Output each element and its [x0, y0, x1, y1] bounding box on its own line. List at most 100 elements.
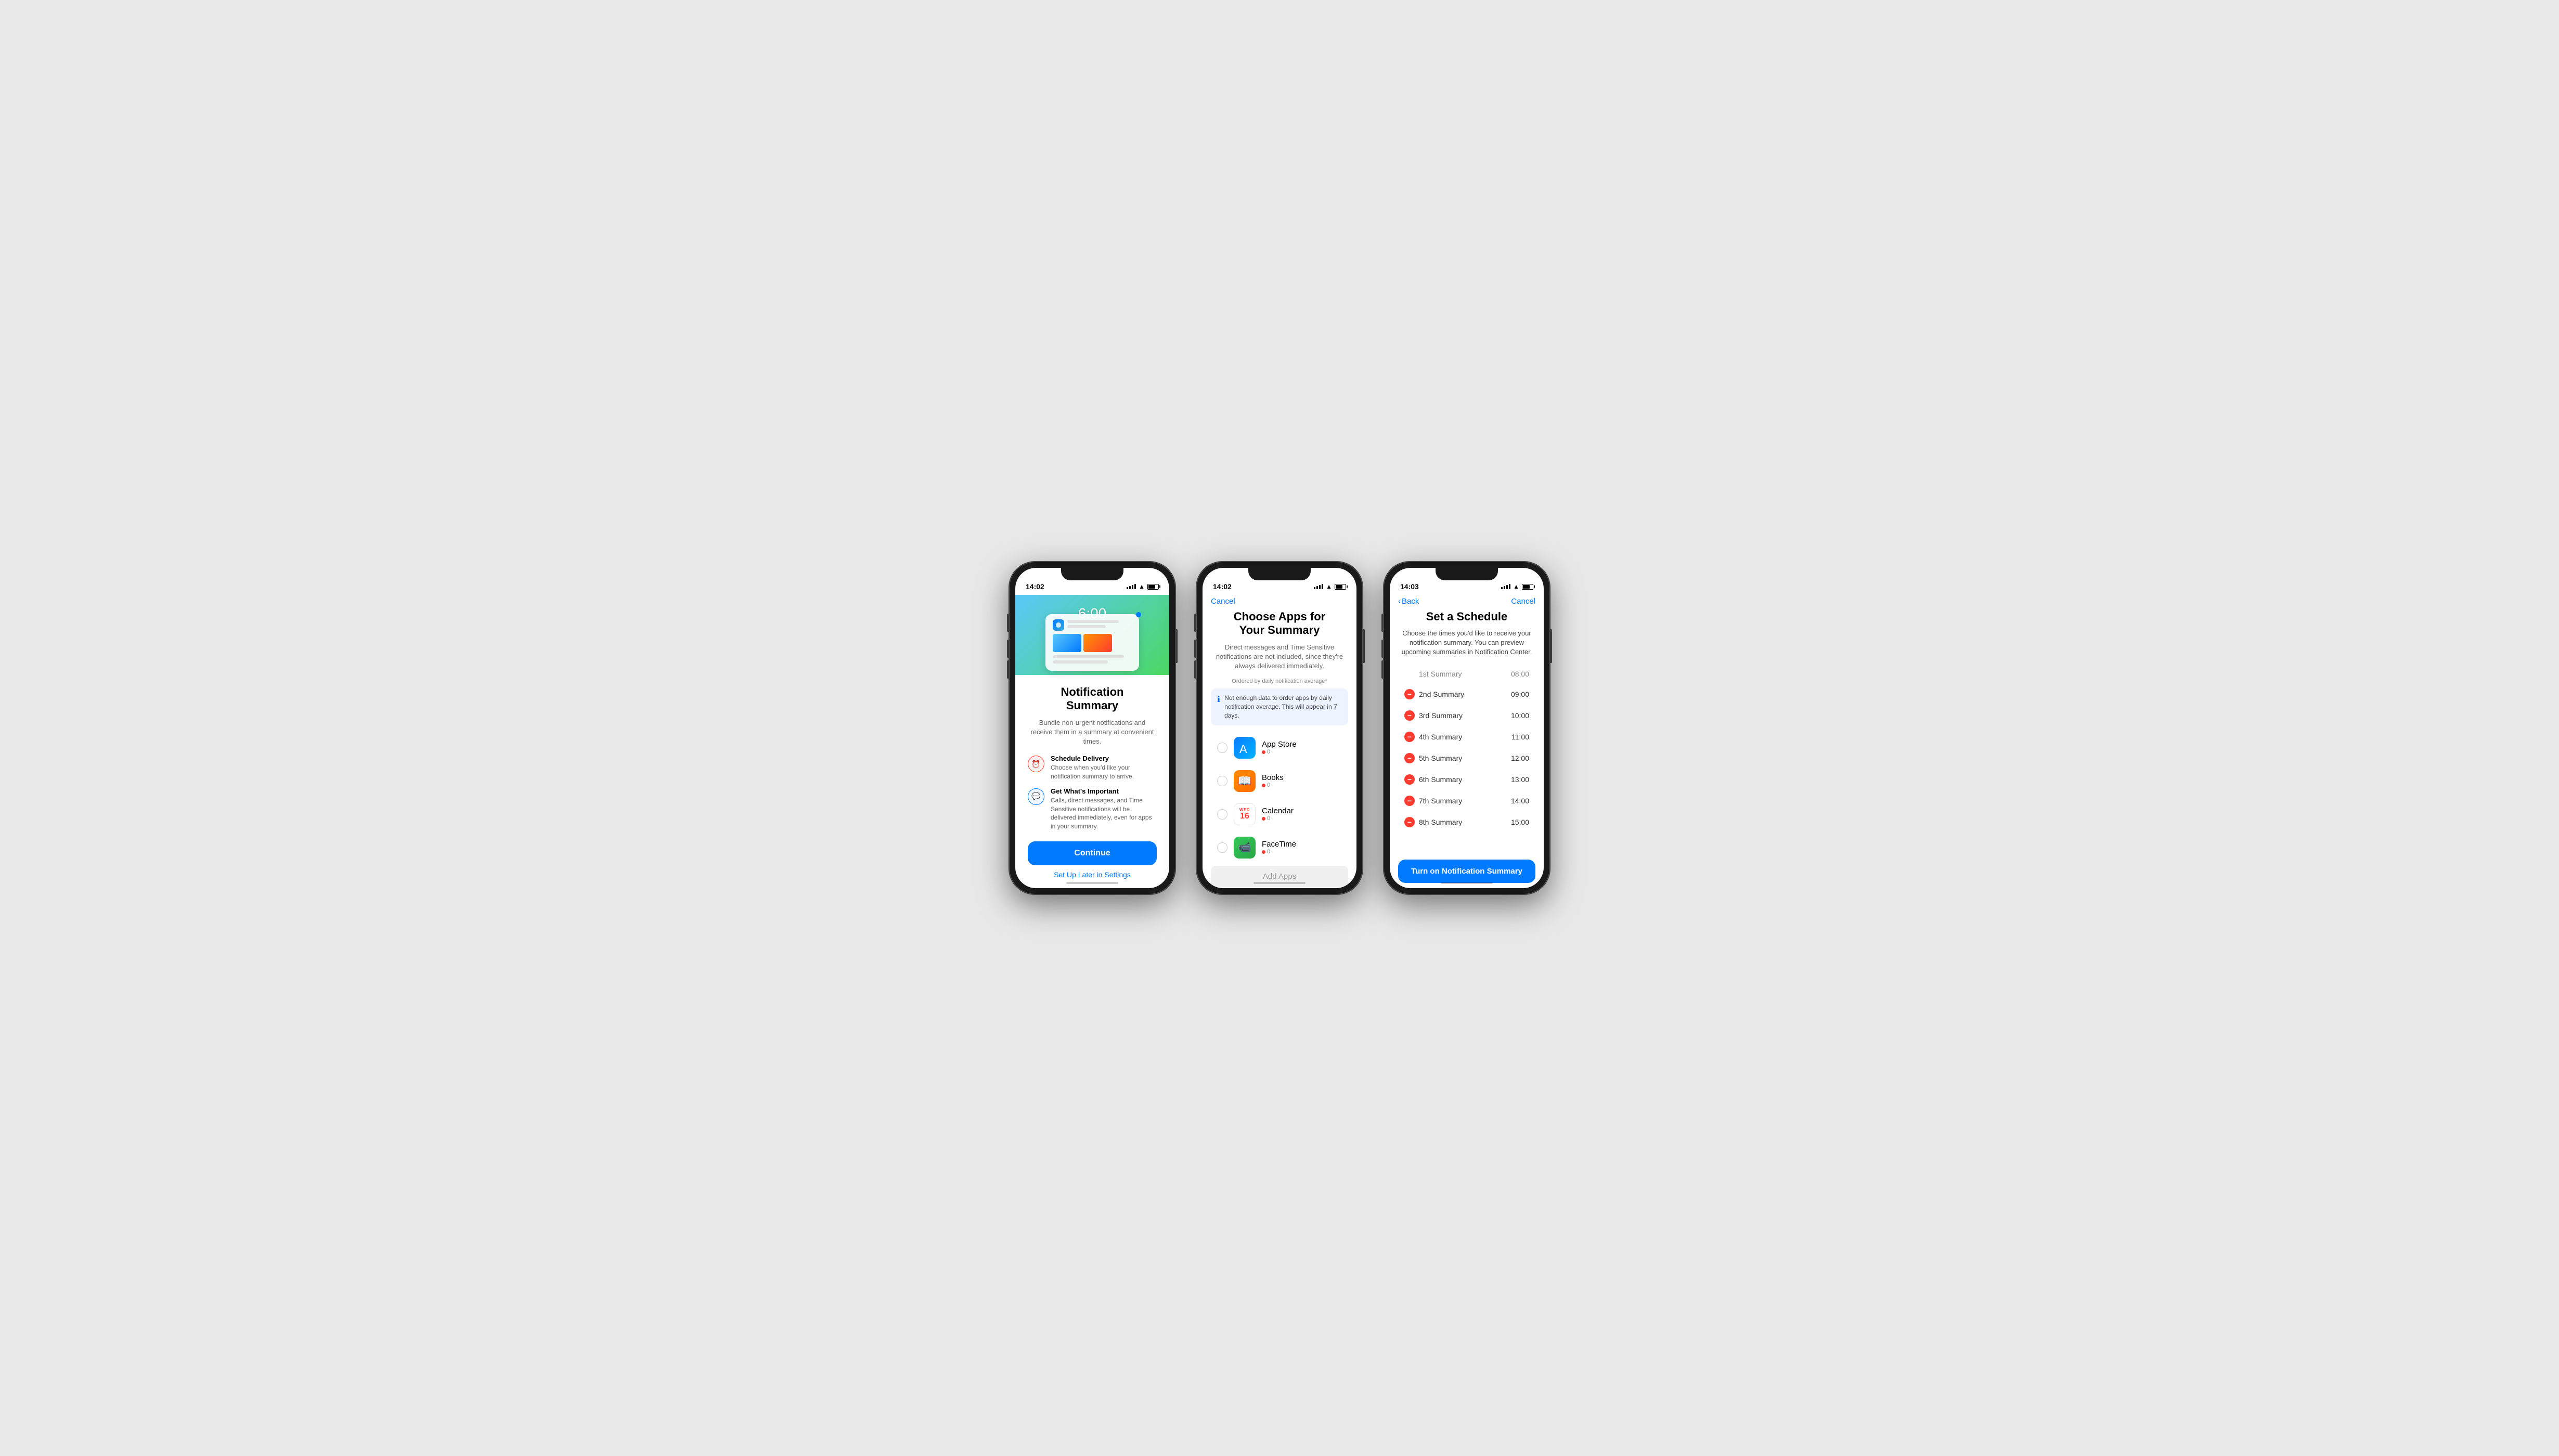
- chevron-left-icon: ‹: [1398, 597, 1401, 606]
- app-item-calendar[interactable]: WED 16 Calendar 0: [1211, 798, 1348, 830]
- setup-later-button[interactable]: Set Up Later in Settings: [1054, 870, 1131, 879]
- phone-2: 14:02 ▲ Cancel Choose Apps for Your Sum: [1196, 562, 1363, 894]
- summary-name-3: 3rd Summary: [1419, 711, 1463, 720]
- status-icons-2: ▲: [1314, 583, 1346, 590]
- phone1-content: 6:00: [1015, 595, 1169, 888]
- phone2-title: Choose Apps for Your Summary: [1211, 610, 1348, 638]
- notch-1: [1061, 568, 1123, 580]
- cancel-button-3[interactable]: Cancel: [1511, 597, 1535, 606]
- phone1-title: Notification Summary: [1061, 685, 1124, 713]
- summary-item-1: 1st Summary 08:00: [1398, 665, 1535, 683]
- remove-summary-3[interactable]: −: [1404, 710, 1415, 721]
- summary-item-4: − 4th Summary 11:00: [1398, 726, 1535, 747]
- schedule-delivery-icon: ⏰: [1028, 756, 1044, 772]
- app-name-calendar: Calendar: [1262, 807, 1342, 815]
- wifi-icon-1: ▲: [1139, 583, 1145, 590]
- time-2: 14:02: [1213, 582, 1232, 591]
- battery-icon-2: [1335, 584, 1346, 590]
- phone2-navbar: Cancel: [1203, 595, 1356, 610]
- phone1-subtitle: Bundle non-urgent notifications and rece…: [1028, 718, 1157, 747]
- app-checkbox-books[interactable]: [1217, 776, 1227, 786]
- app-checkbox-facetime[interactable]: [1217, 842, 1227, 853]
- remove-summary-6[interactable]: −: [1404, 774, 1415, 785]
- app-name-appstore: App Store: [1262, 740, 1342, 749]
- summary-time-5: 12:00: [1511, 754, 1529, 762]
- summary-name-7: 7th Summary: [1419, 797, 1462, 805]
- remove-summary-2[interactable]: −: [1404, 689, 1415, 699]
- phone3-scroll: Set a Schedule Choose the times you'd li…: [1390, 610, 1544, 854]
- battery-icon-3: [1522, 584, 1533, 590]
- signal-icon-3: [1501, 584, 1510, 589]
- phone1-body: Notification Summary Bundle non-urgent n…: [1015, 675, 1169, 888]
- app-name-books: Books: [1262, 773, 1342, 782]
- info-icon: ℹ: [1217, 694, 1220, 705]
- remove-summary-7[interactable]: −: [1404, 796, 1415, 806]
- phone2-scroll: Choose Apps for Your Summary Direct mess…: [1203, 610, 1356, 888]
- summary-item-6: − 6th Summary 13:00: [1398, 769, 1535, 790]
- phone3-title: Set a Schedule: [1398, 610, 1535, 623]
- remove-summary-5[interactable]: −: [1404, 753, 1415, 763]
- app-name-facetime: FaceTime: [1262, 840, 1342, 849]
- time-1: 14:02: [1026, 582, 1044, 591]
- app-item-appstore[interactable]: A App Store 0: [1211, 732, 1348, 764]
- phones-container: 14:02 ▲ 6:00: [1009, 562, 1550, 894]
- notch-2: [1248, 568, 1311, 580]
- back-button-3[interactable]: ‹ Back: [1398, 597, 1419, 606]
- app-checkbox-appstore[interactable]: [1217, 743, 1227, 753]
- app-count-facetime: 0: [1262, 849, 1342, 855]
- ordered-label: Ordered by daily notification average*: [1211, 678, 1348, 684]
- feature-schedule-delivery: ⏰ Schedule Delivery Choose when you'd li…: [1028, 755, 1157, 781]
- notif-card-icon: [1053, 619, 1064, 631]
- phone2-desc: Direct messages and Time Sensitive notif…: [1211, 643, 1348, 671]
- summary-item-5: − 5th Summary 12:00: [1398, 748, 1535, 769]
- notification-card: [1045, 614, 1139, 671]
- cancel-button-2[interactable]: Cancel: [1211, 597, 1235, 606]
- signal-icon-2: [1314, 584, 1323, 589]
- phone2-content: Cancel Choose Apps for Your Summary Dire…: [1203, 595, 1356, 888]
- summary-time-6: 13:00: [1511, 775, 1529, 784]
- app-count-calendar: 0: [1262, 815, 1342, 822]
- phone-1: 14:02 ▲ 6:00: [1009, 562, 1175, 894]
- continue-button[interactable]: Continue: [1028, 841, 1157, 865]
- home-indicator-2: [1253, 882, 1306, 884]
- summary-name-2: 2nd Summary: [1419, 690, 1464, 698]
- books-icon: 📖: [1234, 770, 1256, 792]
- feature1-desc: Choose when you'd like your notification…: [1051, 763, 1157, 781]
- battery-icon-1: [1147, 584, 1159, 590]
- app-count-appstore: 0: [1262, 749, 1342, 755]
- summary-time-1: 08:00: [1511, 670, 1529, 678]
- app-item-facetime[interactable]: 📹 FaceTime 0: [1211, 831, 1348, 864]
- feature2-desc: Calls, direct messages, and Time Sensiti…: [1051, 796, 1157, 831]
- svg-text:A: A: [1239, 743, 1247, 755]
- remove-summary-8[interactable]: −: [1404, 817, 1415, 827]
- summary-time-2: 09:00: [1511, 690, 1529, 698]
- app-item-books[interactable]: 📖 Books 0: [1211, 765, 1348, 797]
- red-dot-books: [1262, 784, 1265, 787]
- info-banner: ℹ Not enough data to order apps by daily…: [1211, 688, 1348, 725]
- hero-image: 6:00: [1015, 595, 1169, 675]
- feature2-title: Get What's Important: [1051, 787, 1157, 795]
- home-indicator-1: [1066, 882, 1118, 884]
- red-dot-appstore: [1262, 750, 1265, 754]
- important-icon: 💬: [1028, 788, 1044, 805]
- phone3-navbar: ‹ Back Cancel: [1390, 595, 1544, 610]
- red-dot-facetime: [1262, 850, 1265, 854]
- appstore-icon: A: [1234, 737, 1256, 759]
- red-dot-calendar: [1262, 817, 1265, 821]
- wifi-icon-2: ▲: [1326, 583, 1332, 590]
- status-icons-3: ▲: [1501, 583, 1533, 590]
- summary-name-5: 5th Summary: [1419, 754, 1462, 762]
- time-3: 14:03: [1400, 582, 1419, 591]
- summary-name-8: 8th Summary: [1419, 818, 1462, 826]
- notch-3: [1436, 568, 1498, 580]
- info-text: Not enough data to order apps by daily n…: [1224, 694, 1342, 720]
- turn-on-notification-summary-button[interactable]: Turn on Notification Summary: [1398, 860, 1535, 883]
- summary-item-8: − 8th Summary 15:00: [1398, 812, 1535, 833]
- feature-important: 💬 Get What's Important Calls, direct mes…: [1028, 787, 1157, 831]
- blue-dot: [1136, 612, 1141, 617]
- summary-name-6: 6th Summary: [1419, 775, 1462, 784]
- app-checkbox-calendar[interactable]: [1217, 809, 1227, 820]
- phone3-content: ‹ Back Cancel Set a Schedule Choose the …: [1390, 595, 1544, 888]
- app-count-books: 0: [1262, 782, 1342, 788]
- remove-summary-4[interactable]: −: [1404, 732, 1415, 742]
